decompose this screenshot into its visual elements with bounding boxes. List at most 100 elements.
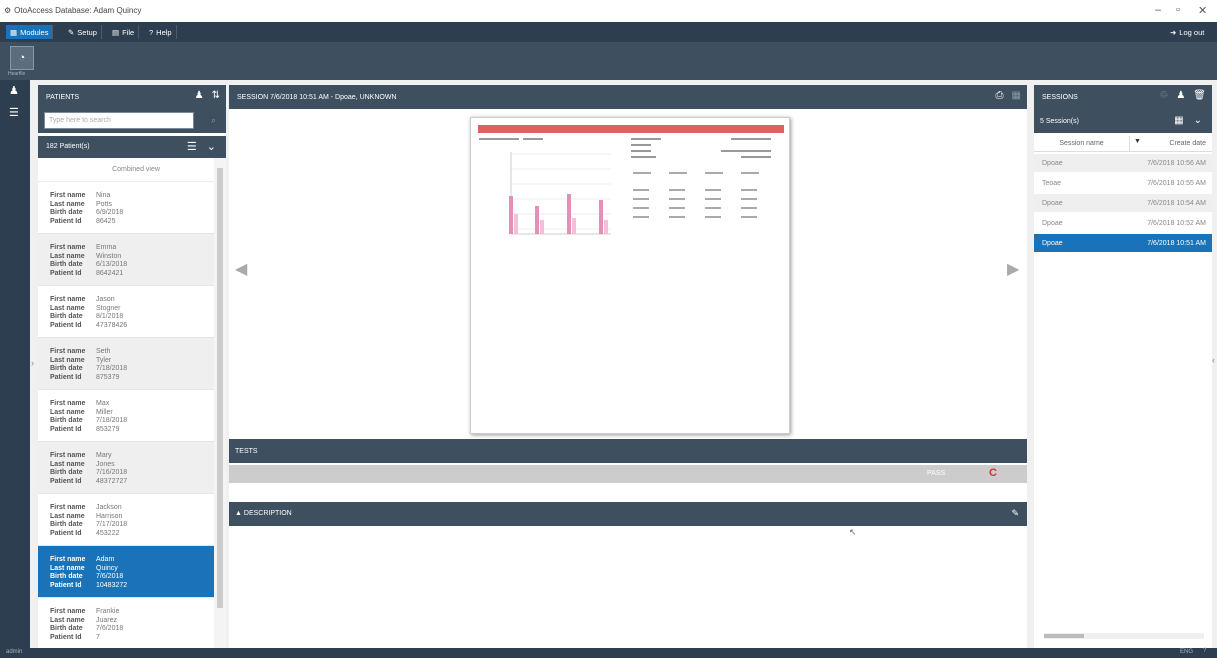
search-icon[interactable]: ⌕ xyxy=(211,115,216,126)
patient-list-item[interactable]: First name Frankie Last name Juarez Birth da… xyxy=(38,598,214,648)
field-label: Birth date xyxy=(50,521,83,528)
session-row[interactable]: Dpoae 7/6/2018 10:56 AM xyxy=(1034,154,1212,172)
session-row[interactable]: Dpoae 7/6/2018 10:51 AM xyxy=(1034,234,1212,252)
session-row[interactable]: Dpoae 7/6/2018 10:52 AM xyxy=(1034,214,1212,232)
add-patient-icon[interactable]: ♟ xyxy=(195,90,204,101)
patient-field-row: Patient Id 8642421 xyxy=(50,270,214,279)
help-menu[interactable]: ? Help xyxy=(145,25,177,39)
grid-icon: ▦ xyxy=(10,27,18,37)
patient-list-item[interactable]: First name Jason Last name Stogner Birth dat… xyxy=(38,286,214,338)
patient-field-row: Birth date 6/9/2018 xyxy=(50,209,214,218)
field-value: 7/16/2018 xyxy=(96,469,128,476)
field-label: First name xyxy=(50,400,86,407)
field-value: 8642421 xyxy=(96,269,124,277)
field-label: Birth date xyxy=(50,209,83,216)
report-thumbnail xyxy=(479,138,771,235)
field-value: 10483272 xyxy=(96,581,128,589)
session-row[interactable]: Dpoae 7/6/2018 10:54 AM xyxy=(1034,194,1212,212)
patient-field-row: First name Frankie xyxy=(50,608,214,617)
patient-list-scrollbar[interactable] xyxy=(214,158,226,648)
chevron-down-icon[interactable]: ⌄ xyxy=(1194,115,1202,126)
sort-desc-icon: ▼ xyxy=(1134,138,1141,145)
minimize-button[interactable]: – xyxy=(1155,4,1161,16)
next-page-arrow-icon[interactable]: ▶ xyxy=(1007,259,1019,279)
patient-field-row: Patient Id 875379 xyxy=(50,374,214,383)
col-session-name[interactable]: Session name xyxy=(1034,136,1130,151)
help-icon[interactable]: ? xyxy=(1203,648,1206,654)
search-input[interactable]: Type here to search xyxy=(44,112,194,129)
status-language[interactable]: ENG xyxy=(1180,649,1193,655)
field-value: Jones xyxy=(96,460,115,468)
session-row[interactable]: Teoae 7/6/2018 10:55 AM xyxy=(1034,174,1212,192)
field-value: 47378426 xyxy=(96,321,128,329)
list-icon[interactable]: ☰ xyxy=(9,106,19,119)
patient-list-item[interactable]: First name Seth Last name Tyler Birth date 7/… xyxy=(38,338,214,390)
field-value: Jason xyxy=(96,296,115,303)
question-icon: ? xyxy=(149,27,154,37)
patient-list-item[interactable]: First name Mary Last name Jones Birth date 7/… xyxy=(38,442,214,494)
maximize-button[interactable]: ▫ xyxy=(1176,4,1180,16)
hearfile-tool-button[interactable]: ◔ xyxy=(10,46,34,70)
patient-field-row: Last name Miller xyxy=(50,409,214,418)
delete-icon[interactable]: 🗑 xyxy=(1193,90,1206,101)
field-label: Patient Id xyxy=(50,425,82,433)
patient-field-row: Birth date 7/6/2018 xyxy=(50,573,214,582)
sessions-hscrollbar[interactable] xyxy=(1044,633,1204,639)
patient-field-row: Patient Id 47378426 xyxy=(50,322,214,331)
prev-page-arrow-icon[interactable]: ◀ xyxy=(235,259,247,279)
patient-list-item[interactable]: First name Jackson Last name Harrison Birth … xyxy=(38,494,214,546)
wrench-icon: ✎ xyxy=(68,27,75,37)
edit-icon[interactable]: ✎ xyxy=(1011,508,1019,519)
test-result-row[interactable]: PASS C xyxy=(229,465,1027,483)
patient-field-row: Patient Id 853279 xyxy=(50,426,214,435)
mouse-cursor-icon: ↖ xyxy=(849,527,857,537)
file-menu[interactable]: ▤ File xyxy=(108,25,140,39)
close-button[interactable]: ✕ xyxy=(1198,4,1207,17)
patient-list-item[interactable]: First name Emma Last name Winston Birth date… xyxy=(38,234,214,286)
menu-icon[interactable]: ☰ xyxy=(187,140,197,153)
patient-field-row: Last name Harrison xyxy=(50,513,214,522)
field-label: Patient Id xyxy=(50,217,82,225)
field-value: 7/6/2018 xyxy=(96,573,124,580)
field-label: First name xyxy=(50,608,86,615)
link-icon[interactable]: ♲ xyxy=(1159,90,1168,101)
setup-menu[interactable]: ✎ Setup xyxy=(64,25,102,39)
logout-button[interactable]: ➜ Log out xyxy=(1166,25,1208,39)
patient-field-row: Last name Stogner xyxy=(50,305,214,314)
patient-field-row: First name Seth xyxy=(50,348,214,357)
patient-field-row: First name Nina xyxy=(50,192,214,201)
add-session-icon[interactable]: ♟ xyxy=(1176,90,1185,101)
modules-menu[interactable]: ▦ Modules xyxy=(6,25,54,39)
grid-view-icon[interactable]: ▦ xyxy=(1012,90,1021,101)
field-label: Last name xyxy=(50,408,85,416)
file-icon: ▤ xyxy=(112,27,120,37)
menu-bar: ▦ Modules ✎ Setup ▤ File ? Help ➜ Log out xyxy=(0,22,1217,42)
field-value: Winston xyxy=(96,252,122,260)
status-user: admin xyxy=(6,649,23,655)
field-value: 8/1/2018 xyxy=(96,313,124,320)
app-icon: ⚙ xyxy=(4,6,12,15)
field-value: Nina xyxy=(96,192,111,199)
scrollbar-thumb[interactable] xyxy=(217,168,223,608)
description-header[interactable]: ▲ DESCRIPTION ✎ xyxy=(229,502,1027,526)
field-value: 7/18/2018 xyxy=(96,365,128,372)
print-icon[interactable]: ⎙ xyxy=(996,90,1004,101)
col-create-date[interactable]: ▼ Create date xyxy=(1130,136,1212,151)
patient-list-item[interactable]: First name Max Last name Miller Birth date 7/… xyxy=(38,390,214,442)
combined-view[interactable]: Combined view xyxy=(38,158,214,182)
field-label: Patient Id xyxy=(50,581,82,589)
chevron-down-icon[interactable]: ⌄ xyxy=(207,140,216,153)
patient-list-item[interactable]: First name Nina Last name Potts Birth date 6/… xyxy=(38,182,214,234)
grid-icon[interactable]: ▦ xyxy=(1174,115,1183,126)
patient-list-item[interactable]: First name Adam Last name Quincy Birth date 7… xyxy=(38,546,214,598)
patient-search: Type here to search ⌕ xyxy=(38,109,226,133)
sort-icon[interactable]: ⇅ xyxy=(212,90,220,101)
expand-left-icon[interactable]: › xyxy=(31,358,34,368)
field-value: Stogner xyxy=(96,304,121,312)
session-date: 7/6/2018 10:55 AM xyxy=(1147,179,1206,187)
field-label: Last name xyxy=(50,616,85,624)
scrollbar-thumb[interactable] xyxy=(1044,634,1084,638)
expand-right-icon[interactable]: ‹ xyxy=(1212,355,1215,365)
patient-icon[interactable]: ♟ xyxy=(9,84,19,97)
session-date: 7/6/2018 10:56 AM xyxy=(1147,159,1206,167)
